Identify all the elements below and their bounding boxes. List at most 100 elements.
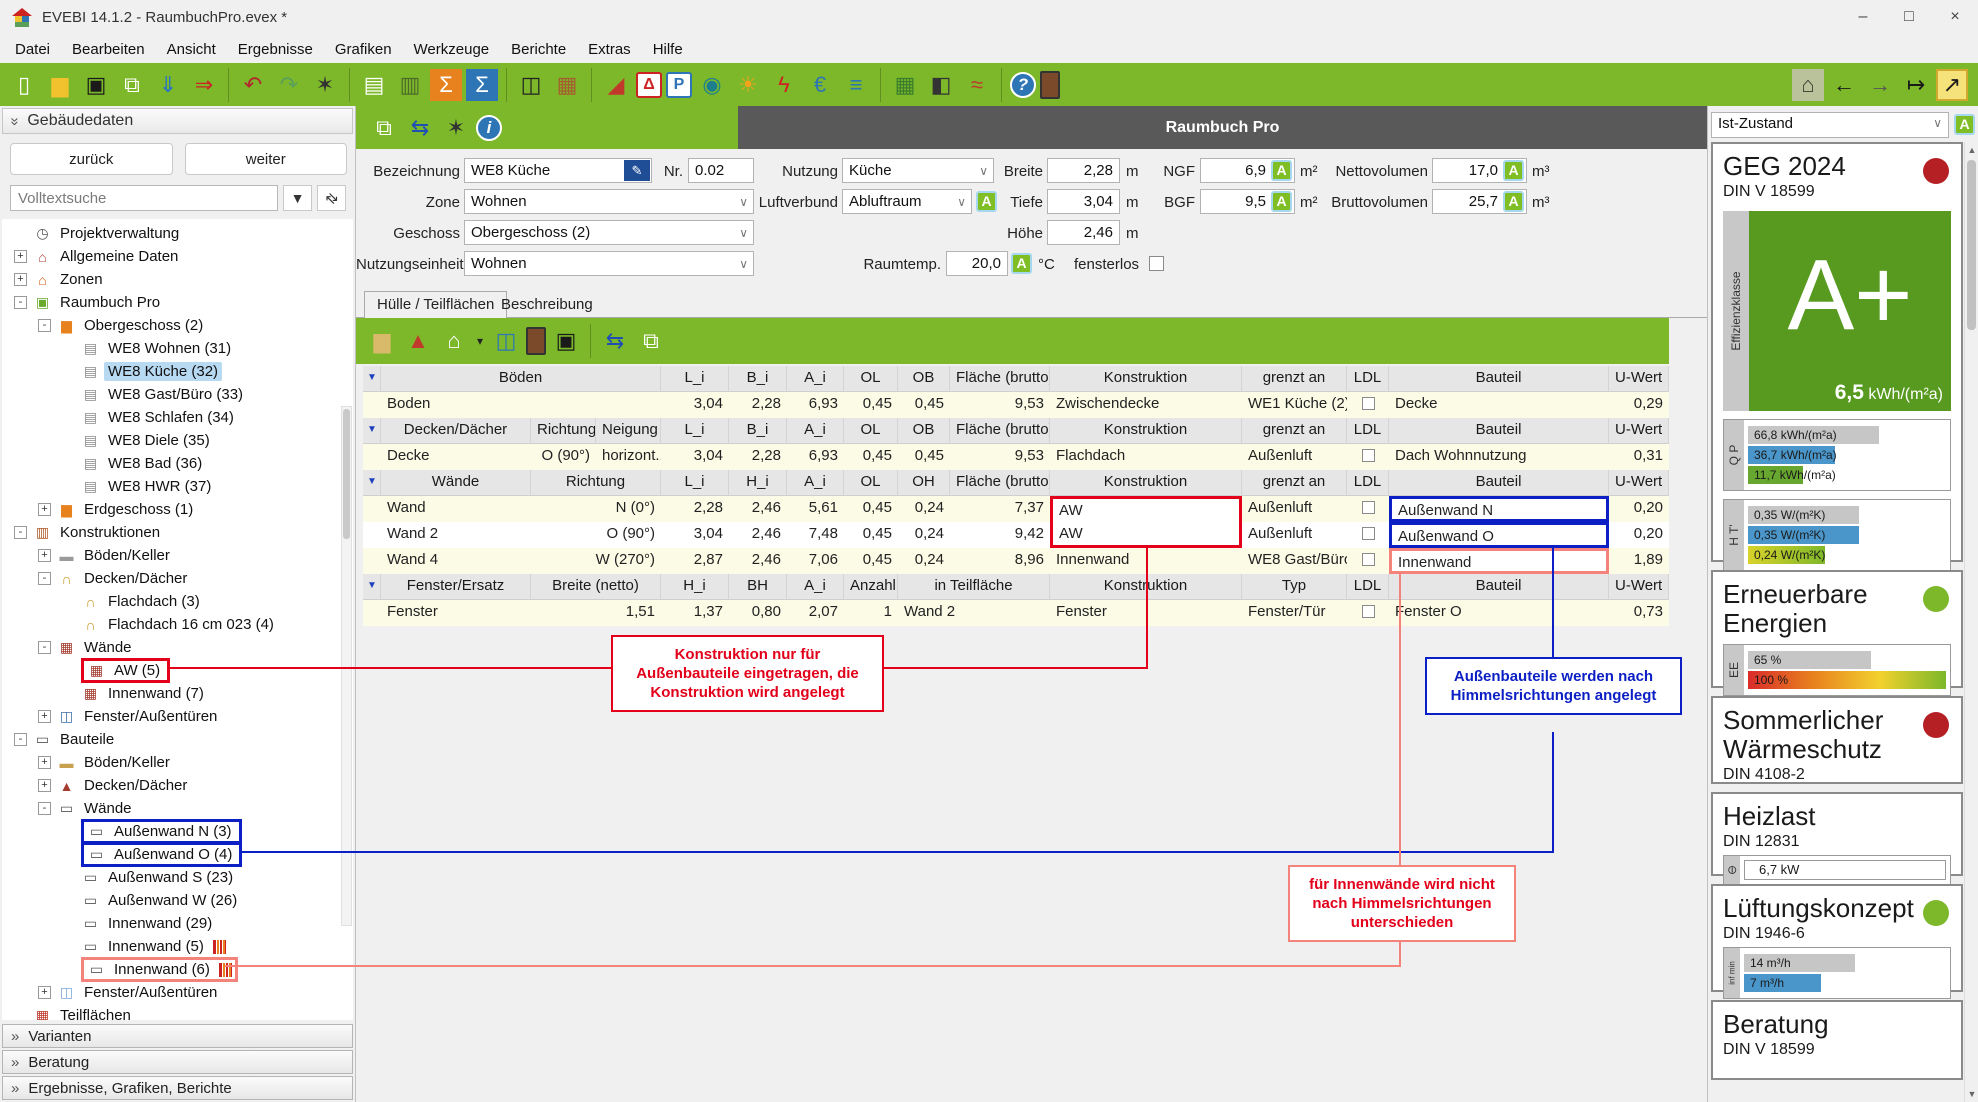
table-cell[interactable]: O (90°)	[531, 444, 596, 470]
auto-badge[interactable]: A	[1011, 253, 1032, 274]
ldl-checkbox[interactable]	[1362, 397, 1375, 410]
tree-item[interactable]: -▤WE8 HWR (37)	[2, 475, 353, 498]
table-cell[interactable]: 2,87	[661, 548, 729, 574]
table-cell[interactable]: 6,93	[787, 444, 844, 470]
ldl-checkbox[interactable]	[1362, 553, 1375, 566]
menu-ansicht[interactable]: Ansicht	[156, 38, 227, 61]
table-cell[interactable]: AW	[1050, 496, 1242, 522]
tree-item[interactable]: -▆Obergeschoss (2)	[2, 314, 353, 337]
sum-orange-icon[interactable]: Σ	[430, 69, 462, 101]
table-cell[interactable]: 0,24	[898, 522, 950, 548]
filter-triangle-icon[interactable]: ▼	[363, 574, 381, 600]
tools-icon[interactable]: ✶	[440, 112, 472, 144]
table-cell[interactable]: 1	[844, 600, 898, 626]
tree-item[interactable]: -▦Innenwand (7)	[2, 682, 353, 705]
table-cell[interactable]: Fenster O	[1389, 600, 1609, 626]
sidebar-scrollbar[interactable]	[341, 406, 352, 926]
tree-item[interactable]: -▭Außenwand S (23)	[2, 866, 353, 889]
menu-grafiken[interactable]: Grafiken	[324, 38, 403, 61]
tree-expander[interactable]: +	[38, 710, 51, 723]
breite-input[interactable]: 2,28	[1047, 158, 1120, 183]
minimize-button[interactable]: –	[1840, 0, 1886, 35]
nav-back-icon[interactable]: ←	[1828, 69, 1860, 101]
filter-triangle-icon[interactable]: ▼	[363, 366, 381, 392]
table-cell[interactable]: WE1 Küche (2)	[1242, 392, 1347, 418]
wall-dropdown-icon[interactable]: ▾	[474, 325, 486, 357]
table-cell[interactable]	[1347, 444, 1389, 470]
table-cell[interactable]: W (270°)	[531, 548, 661, 574]
state-select[interactable]: Ist-Zustand	[1711, 112, 1949, 138]
tree-item[interactable]: -▭Außenwand N (3)	[2, 820, 353, 843]
table-cell[interactable]: Wand 2	[898, 600, 1050, 626]
tree-item[interactable]: -◷Projektverwaltung	[2, 222, 353, 245]
table-cell[interactable]: 0,24	[898, 496, 950, 522]
tree-expander[interactable]: +	[38, 986, 51, 999]
zone-select[interactable]: Wohnen	[464, 189, 754, 214]
table-cell[interactable]	[1347, 392, 1389, 418]
ldl-checkbox[interactable]	[1362, 449, 1375, 462]
table-cell[interactable]: Decke	[381, 444, 531, 470]
menu-werkzeuge[interactable]: Werkzeuge	[403, 38, 501, 61]
table-cell[interactable]: 1,37	[661, 600, 729, 626]
table-cell[interactable]: 9,42	[950, 522, 1050, 548]
fire-protection-icon[interactable]: Δ	[636, 72, 662, 98]
efficiency-curves-icon[interactable]: ≈	[961, 69, 993, 101]
tree-item[interactable]: -▭Innenwand (6)	[2, 958, 353, 981]
door-icon[interactable]	[1040, 71, 1060, 99]
table-cell[interactable]	[1347, 522, 1389, 548]
p-marker-icon[interactable]: P	[666, 72, 692, 98]
filter-triangle-icon[interactable]: ▼	[363, 418, 381, 444]
tree-item[interactable]: +▆Erdgeschoss (1)	[2, 498, 353, 521]
tree-item[interactable]: -▥Konstruktionen	[2, 521, 353, 544]
scroll-up-icon[interactable]: ▲	[1965, 142, 1978, 158]
table-cell[interactable]: Decke	[1389, 392, 1609, 418]
save-icon[interactable]: ▣	[80, 69, 112, 101]
tree-expander[interactable]: -	[14, 733, 27, 746]
sidebar-header[interactable]: » Gebäudedaten	[2, 108, 353, 134]
panel-beratung[interactable]: »Beratung	[2, 1050, 353, 1074]
tree-item[interactable]: +⌂Zonen	[2, 268, 353, 291]
table-cell[interactable]: Innenwand	[1389, 548, 1609, 574]
bezeichnung-input[interactable]: WE8 Küche✎	[464, 158, 652, 183]
bruttovolumen-input[interactable]: 25,7A	[1432, 189, 1527, 214]
table-cell[interactable]: N (0°)	[531, 496, 661, 522]
tree-item[interactable]: -▭Außenwand W (26)	[2, 889, 353, 912]
fensterlos-checkbox[interactable]	[1149, 256, 1164, 271]
house-sketch-icon[interactable]: ⌂	[1792, 69, 1824, 101]
tree-item[interactable]: -▣Raumbuch Pro	[2, 291, 353, 314]
table-row[interactable]: DeckeO (90°)horizont..3,042,286,930,450,…	[363, 444, 1669, 470]
tree-expander[interactable]: +	[38, 779, 51, 792]
table-cell[interactable]: 2,46	[729, 522, 787, 548]
tree-item[interactable]: -∩Decken/Dächer	[2, 567, 353, 590]
table-cell[interactable]	[363, 496, 381, 522]
ventilation-icon[interactable]: ◉	[696, 69, 728, 101]
table-cell[interactable]: O (90°)	[531, 522, 661, 548]
roof-tool-icon[interactable]: ◢	[600, 69, 632, 101]
results-scrollbar[interactable]: ▲ ▼	[1964, 142, 1978, 1102]
table-cell[interactable]: Fenster	[381, 600, 531, 626]
table-row[interactable]: Wand 2O (90°)3,042,467,480,450,249,42AWA…	[363, 522, 1669, 548]
report-icon[interactable]: ▤	[358, 69, 390, 101]
redo-icon[interactable]: ↷	[273, 69, 305, 101]
table-cell[interactable]	[363, 548, 381, 574]
tree-item[interactable]: -▤WE8 Wohnen (31)	[2, 337, 353, 360]
table-cell[interactable]: 0,20	[1609, 522, 1669, 548]
tree-expander[interactable]: -	[38, 572, 51, 585]
table-row[interactable]: WandN (0°)2,282,465,610,450,247,37AWAuße…	[363, 496, 1669, 522]
tree-item[interactable]: +◫Fenster/Außentüren	[2, 705, 353, 728]
tree-item[interactable]: -▭Wände	[2, 797, 353, 820]
tree-item[interactable]: -▤WE8 Diele (35)	[2, 429, 353, 452]
new-document-icon[interactable]: ▯	[8, 69, 40, 101]
table-cell[interactable]: 1,89	[1609, 548, 1669, 574]
tree-item[interactable]: -▤WE8 Küche (32)	[2, 360, 353, 383]
table-cell[interactable]: 2,46	[729, 548, 787, 574]
tree-expander[interactable]: +	[14, 250, 27, 263]
ldl-checkbox[interactable]	[1362, 605, 1375, 618]
euro-house-icon[interactable]: €	[804, 69, 836, 101]
undo-icon[interactable]: ↶	[237, 69, 269, 101]
table-cell[interactable]: 0,45	[844, 548, 898, 574]
tree-item[interactable]: +▲Decken/Dächer	[2, 774, 353, 797]
assign-icon[interactable]: ⇆	[404, 112, 436, 144]
tab-huelle-teilflaechen[interactable]: Hülle / Teilflächen	[364, 291, 507, 319]
table-cell[interactable]: 0,45	[844, 522, 898, 548]
